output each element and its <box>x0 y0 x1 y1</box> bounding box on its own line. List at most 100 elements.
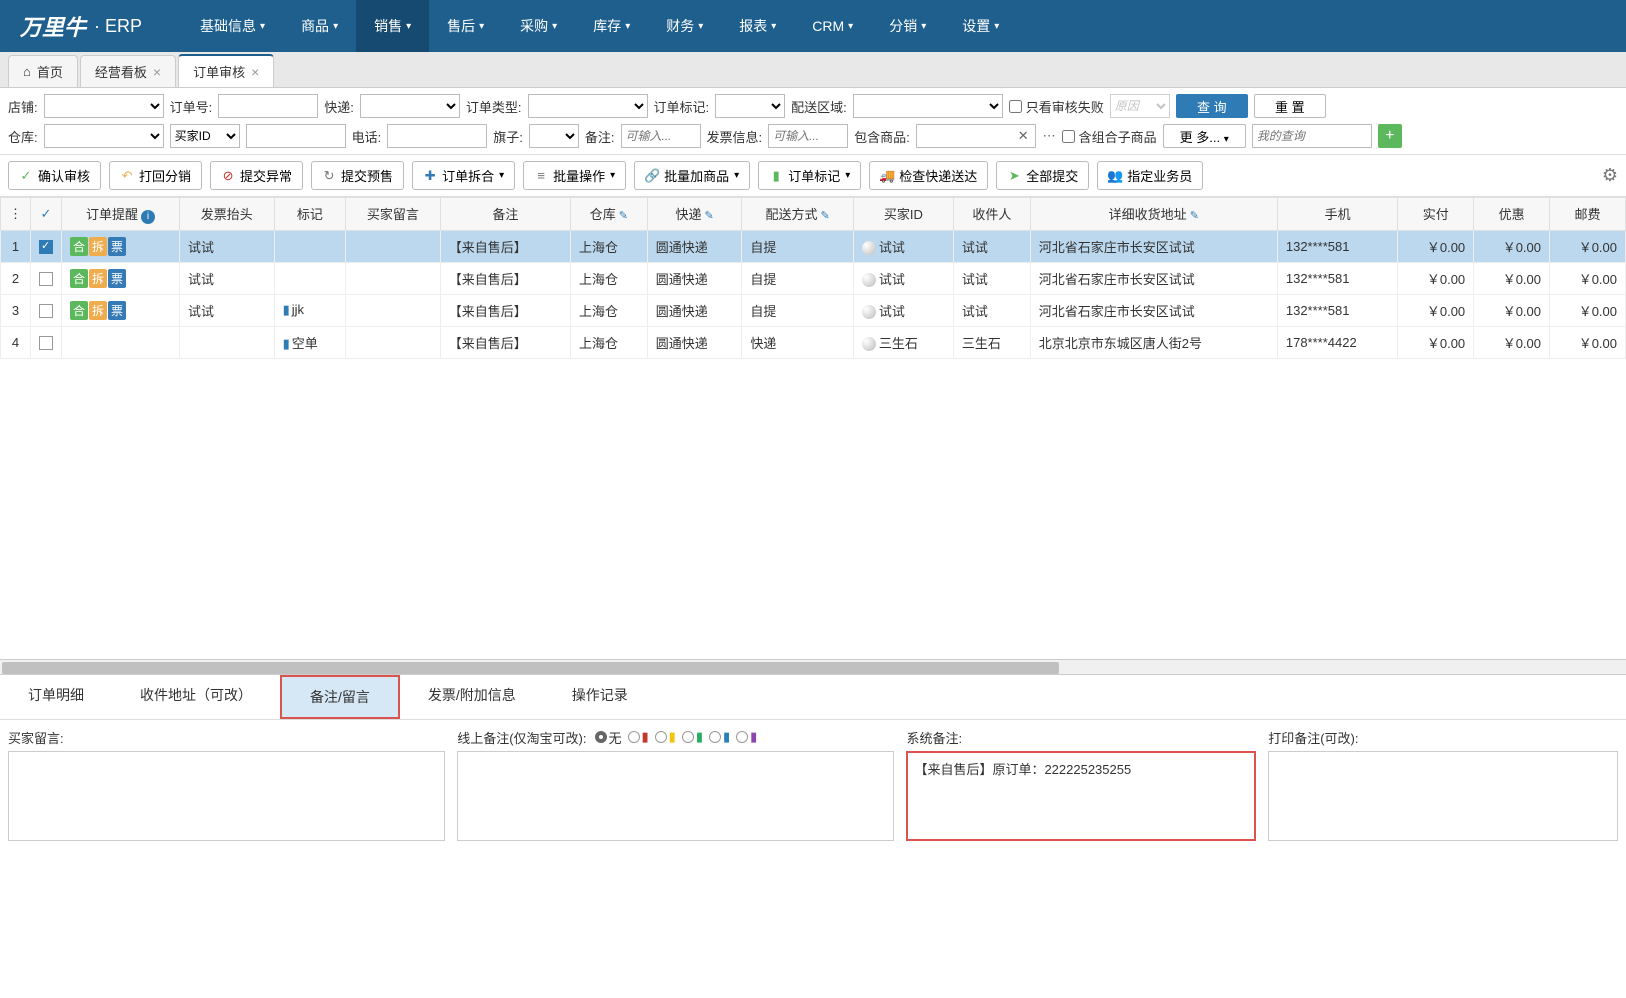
col-手机[interactable]: 手机 <box>1277 198 1397 231</box>
ellipsis-icon[interactable]: ⋯ <box>1043 128 1056 144</box>
flag-radio-group: 无▮▮▮▮▮ <box>595 728 758 747</box>
detail-tab-备注/留言[interactable]: 备注/留言 <box>280 675 400 719</box>
col-备注[interactable]: 备注 <box>440 198 570 231</box>
toolbar-提交预售[interactable]: ↻提交预售 <box>311 161 404 190</box>
row-checkbox[interactable] <box>39 304 53 318</box>
toolbar-打回分销[interactable]: ↶打回分销 <box>109 161 202 190</box>
row-checkbox[interactable] <box>39 272 53 286</box>
toolbar-检查快递送达[interactable]: 🚚检查快递送达 <box>869 161 988 190</box>
close-icon[interactable]: × <box>251 64 259 80</box>
remark-input[interactable] <box>621 124 701 148</box>
more-button[interactable]: 更 多... ▾ <box>1163 124 1246 148</box>
col-发票抬头[interactable]: 发票抬头 <box>179 198 274 231</box>
radio-flag[interactable] <box>682 731 694 743</box>
row-checkbox[interactable] <box>39 240 53 254</box>
nav-item-商品[interactable]: 商品▾ <box>283 0 356 52</box>
query-button[interactable]: 查 询 <box>1176 94 1248 118</box>
combo-checkbox[interactable]: 含组合子商品 <box>1062 127 1157 146</box>
toolbar-指定业务员[interactable]: 👥指定业务员 <box>1097 161 1203 190</box>
col-买家留言[interactable]: 买家留言 <box>346 198 441 231</box>
toolbar-批量操作[interactable]: ≡批量操作▾ <box>523 161 626 190</box>
radio-flag[interactable] <box>709 731 721 743</box>
toolbar-确认审核[interactable]: ✓确认审核 <box>8 161 101 190</box>
col-收件人[interactable]: 收件人 <box>953 198 1030 231</box>
detail-tab-操作记录[interactable]: 操作记录 <box>544 675 656 719</box>
nav-item-售后[interactable]: 售后▾ <box>429 0 502 52</box>
table-row[interactable]: 2 合拆票 试试 【来自售后】 上海仓 圆通快递 自提 试试 试试 河北省石家庄… <box>1 262 1626 294</box>
onlyfail-chk[interactable] <box>1009 100 1022 113</box>
toolbar-批量加商品[interactable]: 🔗批量加商品▾ <box>634 161 750 190</box>
radio-flag[interactable] <box>655 731 667 743</box>
table-row[interactable]: 4 ▮空单 【来自售后】 上海仓 圆通快递 快递 三生石 三生石 北京北京市东城… <box>1 326 1626 358</box>
status-ball-icon <box>862 273 876 287</box>
col-快递[interactable]: 快递✎ <box>647 198 742 231</box>
col-订单提醒[interactable]: 订单提醒i <box>62 198 180 231</box>
col-配送方式[interactable]: 配送方式✎ <box>742 198 853 231</box>
reset-button[interactable]: 重 置 <box>1254 94 1326 118</box>
detail-tab-订单明细[interactable]: 订单明细 <box>0 675 112 719</box>
nav-item-销售[interactable]: 销售▾ <box>356 0 429 52</box>
nav-item-财务[interactable]: 财务▾ <box>648 0 721 52</box>
print-remark-box[interactable] <box>1268 751 1618 841</box>
buyerid-type-select[interactable]: 买家ID <box>170 124 240 148</box>
status-ball-icon <box>862 241 876 255</box>
ordertag-select[interactable] <box>715 94 785 118</box>
nav-item-基础信息[interactable]: 基础信息▾ <box>182 0 283 52</box>
nav-item-报表[interactable]: 报表▾ <box>721 0 794 52</box>
table-row[interactable]: 3 合拆票 试试 ▮jjk 【来自售后】 上海仓 圆通快递 自提 试试 试试 河… <box>1 294 1626 326</box>
shop-select[interactable] <box>44 94 164 118</box>
toolbar-订单拆合[interactable]: ✚订单拆合▾ <box>412 161 515 190</box>
col-chkhead[interactable]: ✓ <box>31 198 62 231</box>
buyer-msg-box[interactable] <box>8 751 445 841</box>
clear-icon[interactable]: ✕ <box>1018 128 1029 144</box>
close-icon[interactable]: × <box>153 64 161 80</box>
radio-none[interactable] <box>595 731 607 743</box>
add-query-button[interactable]: + <box>1378 124 1402 148</box>
filter-row-2: 仓库: 买家ID 电话: 旗子: 备注: 发票信息: 包含商品: ✕ ⋯ 含组合… <box>8 124 1618 148</box>
col-标记[interactable]: 标记 <box>274 198 346 231</box>
buyerid-input[interactable] <box>246 124 346 148</box>
tab-订单审核[interactable]: 订单审核× <box>178 54 274 87</box>
col-邮费[interactable]: 邮费 <box>1550 198 1626 231</box>
flag-select[interactable] <box>529 124 579 148</box>
region-select[interactable] <box>853 94 1003 118</box>
detail-tab-发票/附加信息[interactable]: 发票/附加信息 <box>400 675 544 719</box>
nav-item-CRM[interactable]: CRM▾ <box>794 0 871 52</box>
combo-chk[interactable] <box>1062 130 1075 143</box>
express-select[interactable] <box>360 94 460 118</box>
nav-item-采购[interactable]: 采购▾ <box>502 0 575 52</box>
orderno-input[interactable] <box>218 94 318 118</box>
detail-tab-收件地址（可改）[interactable]: 收件地址（可改） <box>112 675 280 719</box>
ordertype-select[interactable] <box>528 94 648 118</box>
toolbar-订单标记[interactable]: ▮订单标记▾ <box>758 161 861 190</box>
col-优惠[interactable]: 优惠 <box>1474 198 1550 231</box>
online-remark-box[interactable] <box>457 751 894 841</box>
phone-input[interactable] <box>387 124 487 148</box>
radio-flag[interactable] <box>736 731 748 743</box>
radio-flag[interactable] <box>628 731 640 743</box>
gear-icon[interactable]: ⚙ <box>1602 165 1618 186</box>
nav-item-分销[interactable]: 分销▾ <box>871 0 944 52</box>
nav-item-库存[interactable]: 库存▾ <box>575 0 648 52</box>
col-买家ID[interactable]: 买家ID <box>853 198 953 231</box>
tab-经营看板[interactable]: 经营看板× <box>80 55 176 87</box>
warehouse-select[interactable] <box>44 124 164 148</box>
scrollbar-thumb[interactable] <box>2 662 1059 674</box>
row-checkbox[interactable] <box>39 336 53 350</box>
remark-label: 备注: <box>585 127 615 146</box>
table-row[interactable]: 1 合拆票 试试 【来自售后】 上海仓 圆通快递 自提 试试 试试 河北省石家庄… <box>1 230 1626 262</box>
nav-item-设置[interactable]: 设置▾ <box>944 0 1017 52</box>
col-详细收货地址[interactable]: 详细收货地址✎ <box>1030 198 1277 231</box>
toolbar-提交异常[interactable]: ⊘提交异常 <box>210 161 303 190</box>
tab-首页[interactable]: ⌂首页 <box>8 55 78 87</box>
toolbar-全部提交[interactable]: ➤全部提交 <box>996 161 1089 190</box>
col-实付[interactable]: 实付 <box>1398 198 1474 231</box>
onlyfail-checkbox[interactable]: 只看审核失败 <box>1009 97 1104 116</box>
horizontal-scrollbar[interactable] <box>0 659 1626 675</box>
sys-remark-box[interactable]: 【来自售后】原订单：222225235255 <box>906 751 1256 841</box>
col-仓库[interactable]: 仓库✎ <box>571 198 648 231</box>
col-grip[interactable]: ⋮ <box>1 198 31 231</box>
chevron-down-icon: ▾ <box>610 170 615 181</box>
myquery-input[interactable] <box>1252 124 1372 148</box>
invoice-input[interactable] <box>768 124 848 148</box>
